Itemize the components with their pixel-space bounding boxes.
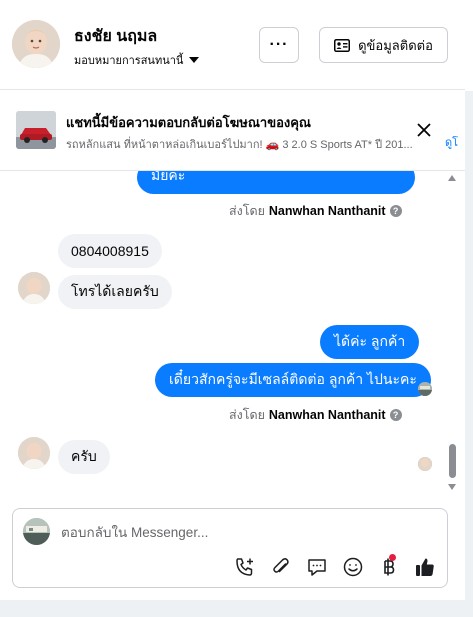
more-options-button[interactable]: ···	[259, 27, 299, 63]
thumbs-up-icon[interactable]	[413, 555, 437, 579]
page-bottom-edge	[0, 600, 473, 617]
scrollbar-thumb[interactable]	[449, 444, 456, 478]
contact-name: ธงชัย นฤมล	[74, 28, 158, 45]
message-thread: มัยคะ ส่งโดย Nanwhan Nanthanit ? 0804008…	[0, 171, 445, 496]
outgoing-message[interactable]: มัยคะ	[137, 171, 415, 194]
view-contact-label: ดูข้อมูลติดต่อ	[358, 37, 433, 53]
ad-thumbnail[interactable]	[16, 111, 56, 149]
contact-avatar-small	[18, 437, 50, 469]
paperclip-icon[interactable]	[269, 555, 293, 579]
outgoing-message[interactable]: เดี๋ยวสักครู่จะมีเซลล์ติดต่อ ลูกค้า ไปนะ…	[155, 363, 431, 397]
contact-avatar[interactable]	[12, 20, 60, 68]
ad-reply-banner: แชทนี้มีข้อความตอบกลับต่อโฆษณาของคุณ รถห…	[0, 91, 465, 171]
assign-conversation-dropdown[interactable]: มอบหมายการสนทนานี้	[74, 51, 200, 69]
reply-input[interactable]	[61, 523, 431, 541]
incoming-message[interactable]: 0804008915	[58, 234, 162, 268]
conversation-header: ธงชัย นฤมล มอบหมายการสนทนานี้ ··· ดูข้อม…	[0, 0, 465, 90]
view-ad-link[interactable]: ดูโ	[445, 133, 458, 151]
info-icon[interactable]: ?	[389, 409, 402, 421]
phone-plus-icon[interactable]	[233, 555, 257, 579]
scroll-up-arrow-icon[interactable]	[448, 175, 456, 181]
seen-avatar	[418, 382, 432, 396]
chat-bubble-icon[interactable]	[305, 555, 329, 579]
baht-icon[interactable]	[377, 554, 401, 579]
sender-name: Nanwhan Nanthanit	[268, 408, 386, 422]
sent-by-label: ส่งโดย Nanwhan Nanthanit ?	[229, 201, 402, 221]
sender-name: Nanwhan Nanthanit	[268, 204, 386, 218]
contact-card-icon	[334, 38, 351, 52]
side-panel-edge	[465, 91, 473, 617]
notification-dot	[389, 554, 396, 561]
ad-banner-subtitle: รถหลักแสน ที่หน้าตาหล่อเกินเบอร์ไปมาก! 🚗…	[66, 139, 413, 151]
seen-avatar	[418, 457, 432, 471]
scroll-down-arrow-icon[interactable]	[448, 484, 456, 490]
smiley-icon[interactable]	[341, 555, 365, 579]
message-composer	[12, 508, 448, 588]
assign-label: มอบหมายการสนทนานี้	[74, 55, 184, 67]
sent-by-label: ส่งโดย Nanwhan Nanthanit ?	[229, 405, 402, 425]
view-contact-button[interactable]: ดูข้อมูลติดต่อ	[319, 27, 448, 63]
caret-down-icon	[189, 57, 200, 63]
close-icon[interactable]	[413, 119, 435, 141]
outgoing-message[interactable]: ได้ค่ะ ลูกค้า	[320, 325, 420, 359]
info-icon[interactable]: ?	[389, 205, 402, 217]
incoming-message[interactable]: โทรได้เลยครับ	[58, 275, 172, 309]
contact-avatar-small	[18, 272, 50, 304]
ad-banner-title: แชทนี้มีข้อความตอบกลับต่อโฆษณาของคุณ	[66, 115, 311, 130]
page-avatar	[23, 518, 50, 545]
incoming-message[interactable]: ครับ	[58, 440, 110, 474]
